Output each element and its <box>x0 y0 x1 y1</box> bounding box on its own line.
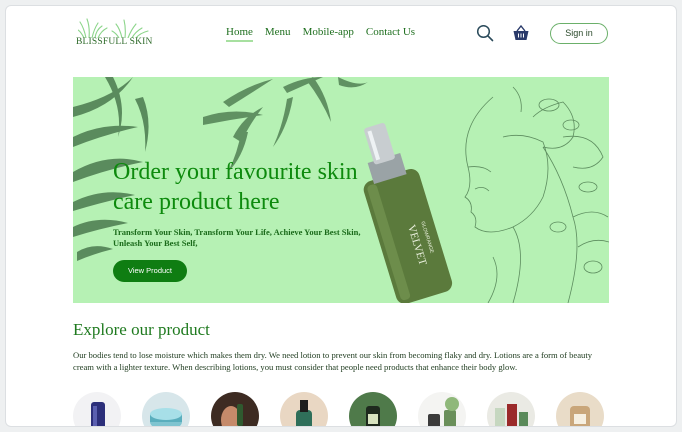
view-product-button[interactable]: View Product <box>113 260 187 282</box>
nav-contact-us[interactable]: Contact Us <box>366 26 415 42</box>
brand-logo[interactable]: BLISSFULL SKIN <box>74 18 156 50</box>
hero-banner: VELVET GLOWRANGE Order your favourite sk… <box>73 77 609 303</box>
basket-icon[interactable] <box>512 24 530 42</box>
product-thumb-1[interactable] <box>73 392 121 427</box>
hero-subtitle: Transform Your Skin, Transform Your Life… <box>113 227 361 248</box>
product-thumb-8[interactable] <box>556 392 604 427</box>
nav-mobile-app[interactable]: Mobile-app <box>303 26 354 42</box>
sign-in-button[interactable]: Sign in <box>550 23 608 44</box>
page-card: BLISSFULL SKIN Home Menu Mobile-app Cont… <box>5 5 677 427</box>
product-thumb-4[interactable] <box>280 392 328 427</box>
brand-name: BLISSFULL SKIN <box>76 37 153 47</box>
main-nav: Home Menu Mobile-app Contact Us <box>226 26 415 42</box>
product-thumb-2[interactable] <box>142 392 190 427</box>
face-line-art-icon <box>464 86 609 303</box>
grass-logo-icon <box>78 18 149 38</box>
hero-title: Order your favourite skin care product h… <box>113 159 358 215</box>
product-thumb-7[interactable] <box>487 392 535 427</box>
product-thumb-5[interactable] <box>349 392 397 427</box>
nav-menu[interactable]: Menu <box>265 26 291 42</box>
search-icon[interactable] <box>476 24 494 42</box>
product-carousel <box>73 392 613 427</box>
explore-description: Our bodies tend to lose moisture which m… <box>73 350 593 372</box>
product-thumb-3[interactable] <box>211 392 259 427</box>
nav-home[interactable]: Home <box>226 26 253 42</box>
product-thumb-6[interactable] <box>418 392 466 427</box>
explore-title: Explore our product <box>73 320 210 339</box>
